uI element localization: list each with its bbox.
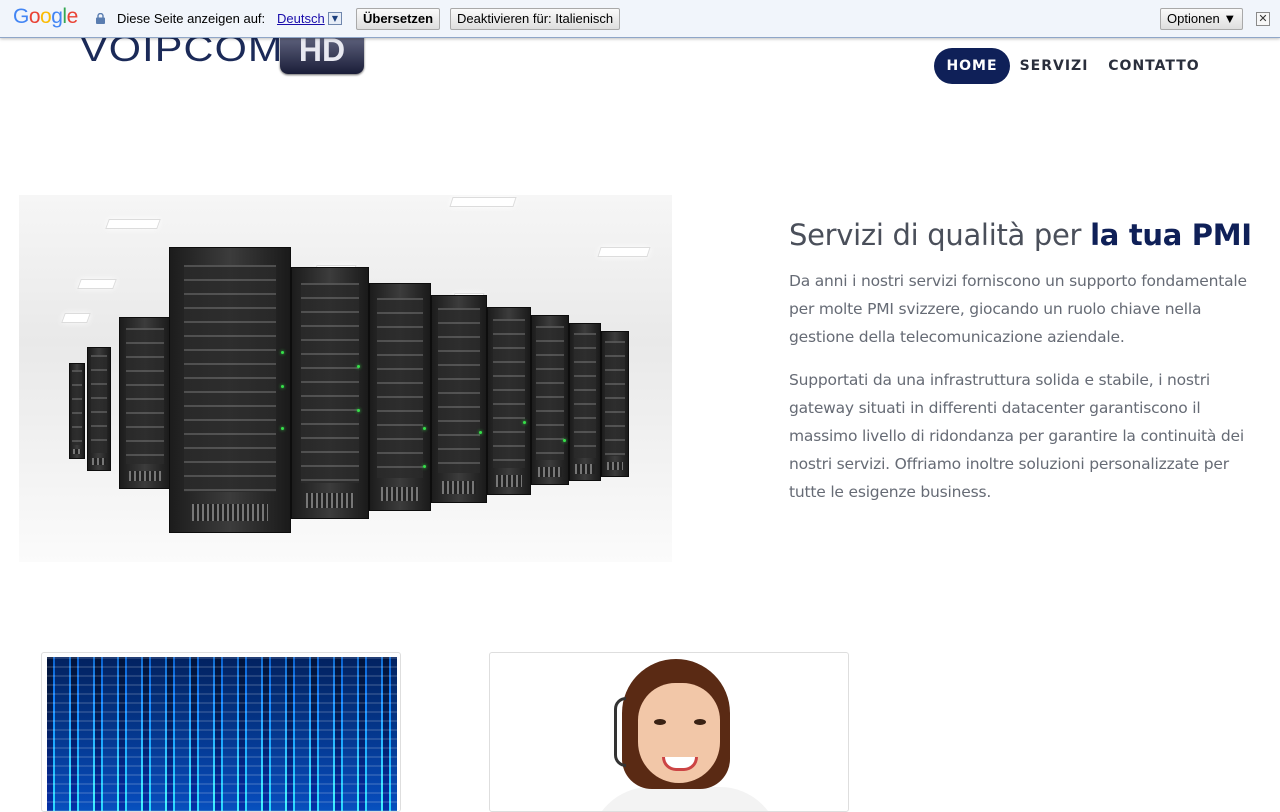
infrastructure-paragraph: Supportati da una infrastruttura solida …	[789, 371, 1244, 501]
google-logo: Google	[13, 5, 78, 28]
language-select[interactable]: Deutsch	[277, 11, 325, 26]
support-operator-image	[550, 657, 790, 811]
datacenter-image	[19, 195, 672, 562]
service-card[interactable]	[41, 652, 401, 812]
network-racks-image	[47, 657, 397, 811]
nav-item-servizi[interactable]: SERVIZI	[1016, 48, 1092, 84]
nav-item-home[interactable]: HOME	[934, 48, 1010, 84]
intro-paragraph: Da anni i nostri servizi forniscono un s…	[789, 272, 1247, 346]
headline-bold: la tua PMI	[1090, 218, 1252, 252]
service-card[interactable]	[489, 652, 849, 812]
section-headline: Servizi di qualità per la tua PMI	[789, 218, 1252, 252]
disable-translate-button[interactable]: Deaktivieren für: Italienisch	[450, 8, 621, 30]
nav-item-contatto[interactable]: CONTATTO	[1104, 48, 1204, 84]
translate-prompt: Diese Seite anzeigen auf:	[117, 11, 266, 26]
close-icon[interactable]: ✕	[1256, 12, 1270, 26]
options-button[interactable]: Optionen ▼	[1160, 8, 1244, 30]
translate-bar: Google Diese Seite anzeigen auf: Deutsch…	[0, 0, 1280, 38]
main-nav: HOME SERVIZI CONTATTO	[0, 48, 1280, 84]
headline-plain: Servizi di qualità per	[789, 218, 1091, 252]
chevron-down-icon[interactable]: ▼	[328, 12, 342, 25]
lock-icon	[96, 13, 105, 24]
translate-button[interactable]: Übersetzen	[356, 8, 441, 30]
